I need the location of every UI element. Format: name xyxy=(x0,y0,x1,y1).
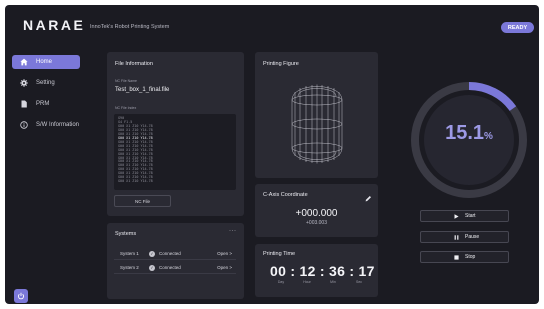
pause-button[interactable]: Pause xyxy=(420,231,509,243)
system-name: System 1 xyxy=(120,251,139,256)
c-axis-title: C-Axis Coordinate xyxy=(263,192,308,198)
sidebar-item-label: Home xyxy=(36,59,53,65)
time-unit-day: Day xyxy=(277,280,285,284)
check-icon: ✓ xyxy=(149,264,155,271)
sidebar-item-home[interactable]: Home xyxy=(12,55,80,69)
document-icon xyxy=(20,100,28,108)
start-button[interactable]: Start xyxy=(420,210,509,222)
pause-label: Pause xyxy=(465,234,480,240)
sidebar-item-label: Setting xyxy=(36,80,55,86)
app-logo: NARAE xyxy=(23,17,86,33)
system-row: System 1 ✓ Connected Open > xyxy=(114,248,236,260)
system-status: Connected xyxy=(159,251,181,256)
printing-figure-wireframe xyxy=(291,84,343,164)
stop-icon xyxy=(454,254,462,260)
info-icon xyxy=(20,121,28,129)
power-icon xyxy=(17,292,25,300)
progress-unit: % xyxy=(484,131,493,142)
sidebar: Home Setting PRM S/W Information xyxy=(12,55,80,139)
nc-file-name: Test_box_1_final.file xyxy=(115,87,170,93)
gear-icon xyxy=(20,79,28,87)
c-axis-sub-value: +003.003 xyxy=(306,220,327,226)
stop-label: Stop xyxy=(465,254,476,260)
edit-pencil-icon[interactable] xyxy=(365,189,372,207)
sidebar-item-label: S/W Information xyxy=(36,122,80,128)
time-unit-hour: Hour xyxy=(303,280,311,284)
app-subtitle: InnoTek's Robot Printing System xyxy=(90,24,170,30)
open-system-link[interactable]: Open > xyxy=(217,265,236,270)
sidebar-item-sw-information[interactable]: S/W Information xyxy=(12,118,80,132)
system-status: Connected xyxy=(159,265,181,270)
printing-figure-title: Printing Figure xyxy=(263,61,299,67)
printing-time-value: 00 : 12 : 36 : 17 xyxy=(270,263,375,279)
more-options-icon[interactable]: ··· xyxy=(229,228,237,234)
sidebar-item-prm[interactable]: PRM xyxy=(12,97,80,111)
power-button[interactable] xyxy=(14,289,28,303)
progress-value: 15.1 xyxy=(445,122,485,144)
printing-time-title: Printing Time xyxy=(263,251,296,257)
systems-title: Systems xyxy=(115,231,137,237)
system-name: System 2 xyxy=(120,265,139,270)
nc-file-name-label: NC File Name xyxy=(115,79,137,83)
time-unit-sec: Sec xyxy=(355,280,363,284)
progress-readout: 15.1% xyxy=(408,122,530,145)
check-icon: ✓ xyxy=(149,250,155,257)
nc-file-button[interactable]: NC File xyxy=(114,195,171,207)
status-badge: READY xyxy=(501,22,534,33)
file-information-title: File Information xyxy=(115,61,153,67)
home-icon xyxy=(20,58,28,66)
system-row: System 2 ✓ Connected Open > xyxy=(114,262,236,274)
time-unit-min: Min xyxy=(330,280,336,284)
nc-code-listing[interactable]: G90 G4 F1.5 G00 X1 Z10 Y14.78 G00 X1 Z10 Y1… xyxy=(114,114,236,190)
sidebar-item-label: PRM xyxy=(36,101,50,107)
nc-code-line: G00 X1 Z10 Y14.78 xyxy=(118,179,153,184)
pause-icon xyxy=(454,234,462,240)
c-axis-value: +000.000 xyxy=(295,208,338,219)
start-label: Start xyxy=(465,213,476,219)
stop-button[interactable]: Stop xyxy=(420,251,509,263)
sidebar-item-setting[interactable]: Setting xyxy=(12,76,80,90)
nc-file-index-label: NC File Index xyxy=(115,106,137,110)
open-system-link[interactable]: Open > xyxy=(217,251,236,256)
play-icon xyxy=(454,213,462,219)
